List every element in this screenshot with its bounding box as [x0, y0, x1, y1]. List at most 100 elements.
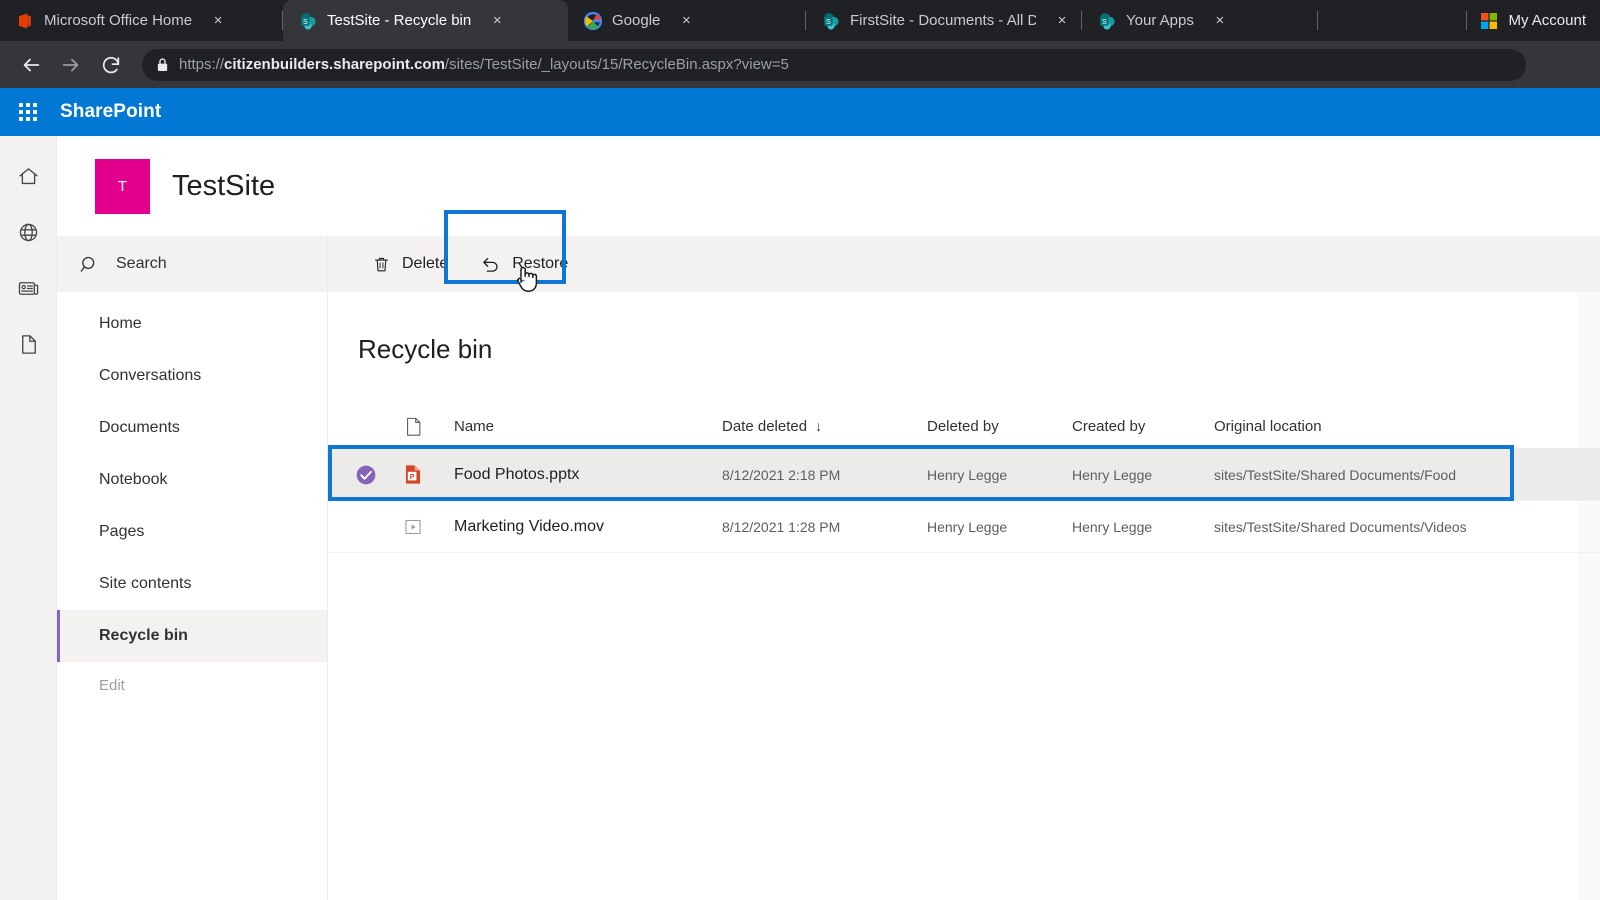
- tab-close-icon[interactable]: ×: [210, 12, 226, 29]
- delete-label: Delete: [402, 255, 449, 272]
- nav-list: Home Conversations Documents Notebook Pa…: [57, 292, 327, 708]
- forward-button[interactable]: [54, 48, 88, 82]
- command-bar: Delete Restore: [328, 210, 1600, 292]
- sidebar-item-recycle-bin[interactable]: Recycle bin: [57, 610, 327, 662]
- globe-icon: [19, 223, 37, 241]
- sidebar-edit-link[interactable]: Edit: [57, 662, 327, 708]
- lock-icon: [157, 58, 168, 71]
- sidebar-item-notebook[interactable]: Notebook: [57, 454, 327, 506]
- content-scroll-area: Recycle bin Name Date deleted ↓ Deleted …: [328, 292, 1600, 900]
- recycle-bin-grid: Name Date deleted ↓ Deleted by Created by…: [328, 405, 1600, 553]
- column-label: Date deleted: [722, 418, 808, 435]
- address-bar[interactable]: https://citizenbuilders.sharepoint.com/s…: [142, 48, 1526, 81]
- column-header-deleted-by[interactable]: Deleted by: [927, 418, 1072, 435]
- file-type-column-header[interactable]: [394, 417, 432, 437]
- site-logo[interactable]: T: [95, 158, 150, 214]
- nav-label: Site contents: [99, 575, 192, 592]
- nav-label: Documents: [99, 419, 180, 436]
- check-circle-icon: [356, 465, 376, 484]
- original-location: sites/TestSite/Shared Documents/Food: [1214, 466, 1457, 483]
- grid-header-row: Name Date deleted ↓ Deleted by Created by…: [328, 405, 1600, 449]
- reload-icon: [102, 56, 120, 73]
- table-row[interactable]: Marketing Video.mov 8/12/2021 1:28 PM He…: [328, 501, 1600, 553]
- reload-button[interactable]: [94, 48, 128, 82]
- column-header-date-deleted[interactable]: Date deleted ↓: [722, 418, 927, 435]
- column-header-name[interactable]: Name: [432, 418, 722, 435]
- search-icon: [80, 256, 95, 272]
- rail-item-news[interactable]: [14, 274, 42, 302]
- svg-text:P: P: [410, 474, 415, 481]
- browser-tab-2[interactable]: Google ×: [568, 0, 806, 41]
- file-name[interactable]: Marketing Video.mov: [432, 518, 722, 536]
- arrow-left-icon: [23, 58, 40, 71]
- app-launcher-icon: [19, 103, 37, 121]
- search-placeholder: Search: [116, 255, 167, 272]
- account-button[interactable]: My Account: [1466, 0, 1600, 41]
- tab-close-icon[interactable]: ×: [1054, 12, 1070, 29]
- left-navigation: Search Home Conversations Documents Note…: [57, 236, 328, 900]
- restore-button[interactable]: Restore: [464, 236, 584, 292]
- sidebar-item-home[interactable]: Home: [57, 298, 327, 350]
- sidebar-item-documents[interactable]: Documents: [57, 402, 327, 454]
- home-icon: [18, 167, 38, 184]
- undo-arrow-icon: [483, 257, 498, 272]
- powerpoint-icon: P: [405, 465, 421, 484]
- video-icon: [405, 519, 421, 534]
- date-deleted: 8/12/2021 1:28 PM: [722, 518, 841, 535]
- deleted-by: Henry Legge: [927, 466, 1008, 483]
- table-row[interactable]: P Food Photos.pptx 8/12/2021 2:18 PM Hen…: [328, 449, 1600, 501]
- tab-close-icon[interactable]: ×: [678, 12, 694, 29]
- sidebar-item-pages[interactable]: Pages: [57, 506, 327, 558]
- suite-title[interactable]: SharePoint: [60, 101, 161, 123]
- nav-label: Conversations: [99, 367, 202, 384]
- svg-text:S: S: [303, 16, 308, 25]
- column-header-original-location[interactable]: Original location: [1214, 418, 1600, 435]
- delete-button[interactable]: Delete: [356, 236, 464, 292]
- left-rail: [0, 136, 57, 900]
- sort-descending-icon: ↓: [815, 418, 823, 434]
- tab-title: Your Apps: [1126, 12, 1194, 29]
- trash-icon: [375, 257, 388, 271]
- site-content-area: Search Home Conversations Documents Note…: [57, 210, 1600, 900]
- rail-item-global-navigation[interactable]: [14, 218, 42, 246]
- restore-label: Restore: [512, 255, 569, 272]
- google-icon: [584, 11, 602, 30]
- browser-chrome: Microsoft Office Home × S TestSite - Rec…: [0, 0, 1600, 88]
- sidebar-item-conversations[interactable]: Conversations: [57, 350, 327, 402]
- search-input[interactable]: Search: [57, 236, 327, 292]
- tab-close-icon[interactable]: ×: [489, 12, 505, 29]
- svg-text:S: S: [826, 16, 831, 25]
- page-title: Recycle bin: [358, 334, 493, 364]
- browser-tab-3[interactable]: S FirstSite - Documents - All Docum ×: [806, 0, 1082, 41]
- nav-label: Pages: [99, 523, 145, 540]
- tab-close-icon[interactable]: ×: [1212, 12, 1228, 29]
- scroll-gutter[interactable]: [1578, 292, 1600, 900]
- row-checkbox[interactable]: [338, 464, 394, 486]
- office-icon: [19, 13, 31, 28]
- sharepoint-icon: S: [824, 12, 839, 30]
- file-icon-cell: P: [394, 464, 432, 485]
- tab-title: FirstSite - Documents - All Docum: [850, 12, 1036, 29]
- app-launcher-button[interactable]: [14, 98, 42, 126]
- rail-item-files[interactable]: [14, 330, 42, 358]
- created-by: Henry Legge: [1072, 518, 1153, 535]
- site-title[interactable]: TestSite: [172, 170, 275, 203]
- sidebar-item-site-contents[interactable]: Site contents: [57, 558, 327, 610]
- browser-tab-0[interactable]: Microsoft Office Home ×: [0, 0, 283, 41]
- back-button[interactable]: [14, 48, 48, 82]
- tab-title: TestSite - Recycle bin: [327, 12, 472, 29]
- svg-text:S: S: [1102, 16, 1107, 25]
- browser-tab-1[interactable]: S TestSite - Recycle bin ×: [283, 0, 568, 41]
- arrow-right-icon: [62, 58, 79, 71]
- browser-tab-4[interactable]: S Your Apps ×: [1082, 0, 1318, 41]
- tab-title: Microsoft Office Home: [44, 12, 193, 29]
- rail-item-home[interactable]: [14, 162, 42, 190]
- column-header-created-by[interactable]: Created by: [1072, 418, 1214, 435]
- microsoft-logo-icon: [1481, 12, 1498, 29]
- news-icon: [18, 281, 38, 295]
- nav-label: Notebook: [99, 471, 168, 488]
- date-deleted: 8/12/2021 2:18 PM: [722, 466, 841, 483]
- suite-bar: SharePoint: [0, 88, 1600, 136]
- account-label: My Account: [1508, 12, 1586, 29]
- file-name[interactable]: Food Photos.pptx: [432, 466, 722, 484]
